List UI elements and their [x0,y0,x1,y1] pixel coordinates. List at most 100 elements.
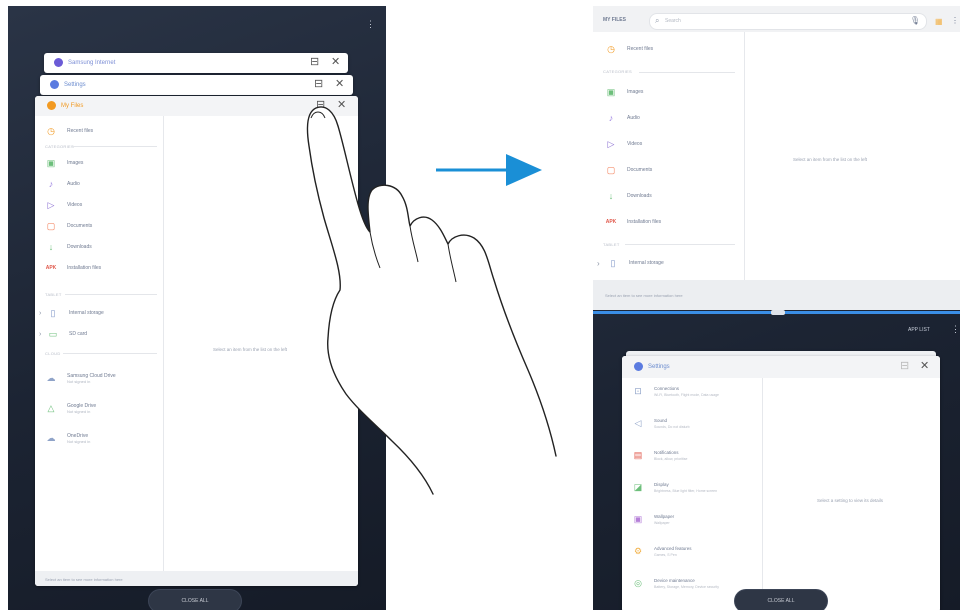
menu-label: Downloads [67,244,92,250]
close-all-button[interactable]: CLOSE ALL [149,590,241,610]
menu-label: Videos [627,141,643,147]
recent-files-item[interactable]: ◷ Recent files [605,42,653,56]
recent-files-item[interactable]: ◷ Recent files [45,124,93,138]
search-input[interactable]: ⌕ Search 🎙 [649,13,927,30]
settings-item-sound[interactable]: ◁ Sound Sounds, Do not disturb [632,418,690,442]
more-options-icon[interactable]: ⋮ [951,16,959,25]
settings-item-display[interactable]: ◪ Display Brightness, Blue light filter, … [632,482,717,506]
chevron-right-icon[interactable]: › [39,310,41,317]
sd-card-icon: ▭ [48,328,58,339]
recent-card-settings[interactable]: Settings ⊟ ✕ [40,75,353,95]
connections-icon: ⊡ [634,386,642,396]
settings-item-subtitle: Brightness, Blue light filter, Home scre… [654,489,718,493]
clock-icon: ◷ [47,125,55,136]
category-item-documents[interactable]: ▢ Documents [605,163,653,177]
category-item-downloads[interactable]: ↓ Downloads [45,240,92,254]
menu-label: Videos [67,202,83,208]
menu-label: Recent files [67,128,94,134]
settings-app-icon [634,362,643,371]
chevron-right-icon[interactable]: › [39,331,41,338]
recent-card-settings[interactable]: Settings ⊟ ✕ ⊡ Connections Wi-Fi, Bluetoo… [622,356,940,610]
settings-item-title: Connections [654,386,680,391]
card-header [622,356,940,378]
more-options-icon[interactable]: ⋮ [951,325,960,334]
menu-label: Documents [627,167,653,173]
section-label-cloud: CLOUD [45,351,61,356]
empty-state-message: Select a setting to view its details [817,498,884,503]
category-item-audio[interactable]: ♪ Audio [605,111,640,125]
card-title: Samsung Internet [68,60,116,66]
section-label-tablet: TABLET [45,292,62,297]
settings-item-title: Advanced features [654,546,692,551]
settings-item-subtitle: Wi-Fi, Bluetooth, Flight mode, Data usag… [654,393,719,397]
downloads-icon: ↓ [48,242,54,252]
menu-label: Audio [627,115,640,121]
arrow-right-icon [436,154,542,186]
storage-item-internal[interactable]: ▯ Internal storage [47,306,104,320]
settings-item-connections[interactable]: ⊡ Connections Wi-Fi, Bluetooth, Flight mo… [632,386,719,410]
empty-state-message: Select an item from the list on the left [793,157,868,162]
menu-label: SD card [69,331,88,337]
menu-label: Images [67,160,84,166]
settings-item-title: Sound [654,418,668,423]
info-footer-text: Select an item to see more information h… [605,293,683,298]
more-options-icon[interactable]: ⋮ [366,20,375,29]
split-handle[interactable] [771,310,785,315]
card-title: My Files [61,103,84,109]
recent-card-samsung-internet[interactable]: Samsung Internet ⊟ ✕ [44,53,348,73]
clock-icon: ◷ [607,43,615,54]
info-footer-text: Select an item to see more information h… [45,577,123,582]
internal-storage-icon: ▯ [50,307,56,318]
category-item-images[interactable]: ▣ Images [605,85,644,99]
settings-item-advanced-features[interactable]: ⚙ Advanced features Games, S Pen [632,546,692,570]
category-item-images[interactable]: ▣ Images [45,156,84,170]
grid-view-icon[interactable]: ▦ [935,17,943,26]
storage-item-sd-card[interactable]: ▭ SD card [47,327,87,341]
wallpaper-icon: ▣ [633,514,643,524]
cloud-item-samsung[interactable]: ☁ Samsung Cloud Drive Not signed in [45,368,116,388]
menu-label: Audio [67,181,80,187]
files-sidebar: ◷ Recent files CATEGORIES ▣ Images ♪ Aud… [35,116,164,576]
my-files-icon [47,101,56,110]
divider [639,72,735,73]
category-item-videos[interactable]: ▷ Videos [45,198,83,212]
onedrive-icon: ☁ [46,432,56,443]
videos-icon: ▷ [607,138,615,149]
settings-item-wallpaper[interactable]: ▣ Wallpaper Wallpaper [632,514,674,538]
settings-item-subtitle: Wallpaper [654,521,670,525]
category-item-videos[interactable]: ▷ Videos [605,137,643,151]
menu-label: Internal storage [69,310,104,316]
cloud-item-google-drive[interactable]: △ Google Drive Not signed in [45,398,97,418]
menu-label: Documents [67,223,93,229]
settings-item-notifications[interactable]: ▤ Notifications Block, allow, prioritise [632,450,688,474]
chevron-right-icon[interactable]: › [597,259,600,268]
cloud-item-onedrive[interactable]: ☁ OneDrive Not signed in [45,428,91,448]
category-item-installation-files[interactable]: APK Installation files [605,215,661,229]
category-item-documents[interactable]: ▢ Documents [45,219,93,233]
close-all-button[interactable]: CLOSE ALL [735,590,827,610]
category-item-audio[interactable]: ♪ Audio [45,177,80,191]
category-item-downloads[interactable]: ↓ Downloads [605,189,652,203]
settings-item-device-maintenance[interactable]: ◎ Device maintenance Battery, Storage, Me… [632,578,719,602]
split-view-icon[interactable]: ⊟ [900,361,909,372]
menu-label: Recent files [627,46,654,52]
microphone-icon[interactable]: 🎙 [910,16,920,25]
card-title: Settings [64,82,86,88]
divider [71,146,157,147]
close-icon[interactable]: ✕ [335,79,344,90]
split-view-icon[interactable]: ⊟ [314,79,323,90]
apk-icon: APK [45,265,57,271]
split-view-icon[interactable]: ⊟ [310,57,319,68]
app-list-label[interactable]: APP LIST [908,327,930,333]
settings-item-title: Device maintenance [654,578,695,583]
documents-icon: ▢ [46,220,56,231]
google-drive-icon: △ [47,402,55,413]
close-icon[interactable]: ✕ [920,361,929,372]
settings-item-title: Display [654,482,669,487]
category-item-installation-files[interactable]: APK Installation files [45,261,101,275]
storage-item-internal[interactable]: ▯ Internal storage [607,256,664,270]
settings-item-subtitle: Games, S Pen [654,553,677,557]
menu-label: Downloads [627,193,652,199]
section-label-categories: CATEGORIES [45,144,74,149]
close-icon[interactable]: ✕ [331,57,340,68]
